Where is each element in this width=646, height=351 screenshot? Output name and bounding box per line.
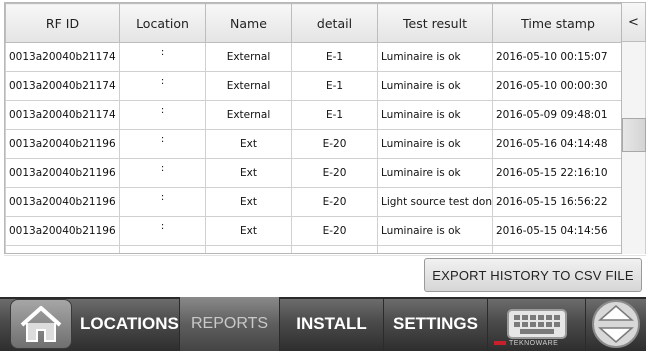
cell-rf-id: 0013a20040b21174 <box>5 71 120 101</box>
home-icon[interactable] <box>10 299 72 349</box>
cell-detail: E-20 <box>291 129 378 159</box>
history-table-container[interactable]: RF ID Location Name detail Test result T… <box>4 2 622 254</box>
cell-detail: E-1 <box>291 71 378 101</box>
cell-rf-id: 0013a20040b21196 <box>5 187 120 217</box>
cell-location: : <box>119 129 206 159</box>
brand-logo: TEKNOWARE <box>494 340 558 347</box>
nav-settings-label: SETTINGS <box>392 314 478 333</box>
cell-test-result: Luminaire is ok <box>377 42 493 72</box>
cell-detail: E-20 <box>291 187 378 217</box>
cell-test-result: Luminaire is ok <box>377 100 493 130</box>
table-header-row: RF ID Location Name detail Test result T… <box>5 3 621 43</box>
cell-test-result: Luminaire is ok <box>377 158 493 188</box>
column-header-time-stamp[interactable]: Time stamp <box>492 3 621 43</box>
cell-location: : <box>119 100 206 130</box>
cell-name <box>205 245 292 253</box>
cell-location: : <box>119 71 206 101</box>
nav-settings[interactable]: SETTINGS <box>384 297 488 351</box>
table-row[interactable] <box>5 245 621 253</box>
column-header-name[interactable]: Name <box>205 3 292 43</box>
table-row[interactable]: 0013a20040b21196: Ext E-20 Light source tes… <box>5 187 621 217</box>
export-csv-button[interactable]: EXPORT HISTORY TO CSV FILE <box>424 258 642 292</box>
report-screen: RF ID Location Name detail Test result T… <box>0 0 646 351</box>
cell-time-stamp: 2016-05-10 00:15:07 <box>492 42 621 72</box>
column-header-location[interactable]: Location <box>119 3 206 43</box>
column-header-detail[interactable]: detail <box>291 3 378 43</box>
cell-test-result: Luminaire is ok <box>377 71 493 101</box>
table-row[interactable]: 0013a20040b21196: Ext E-20 Luminaire is ok 2… <box>5 158 621 188</box>
cell-detail <box>291 245 378 253</box>
cell-test-result: Light source test done <box>377 187 493 217</box>
cell-name: External <box>205 100 292 130</box>
table-body: 0013a20040b21174: External E-1 Luminaire is… <box>5 42 621 253</box>
scroll-arrows-button[interactable] <box>586 297 646 351</box>
table-row[interactable]: 0013a20040b21174: External E-1 Luminaire is… <box>5 71 621 101</box>
cell-time-stamp: 2016-05-15 16:56:22 <box>492 187 621 217</box>
table-row[interactable]: 0013a20040b21196: Ext E-20 Luminaire is ok 2… <box>5 216 621 246</box>
column-header-rf-id[interactable]: RF ID <box>5 3 120 43</box>
column-header-test-result[interactable]: Test result <box>377 3 493 43</box>
cell-test-result: Luminaire is ok <box>377 129 493 159</box>
keyboard-icon <box>506 309 567 339</box>
cell-detail: E-20 <box>291 158 378 188</box>
cell-rf-id: 0013a20040b21196 <box>5 158 120 188</box>
cell-test-result <box>377 245 493 253</box>
cell-test-result: Luminaire is ok <box>377 216 493 246</box>
cell-rf-id: 0013a20040b21196 <box>5 216 120 246</box>
cell-time-stamp: 2016-05-15 22:16:10 <box>492 158 621 188</box>
brand-name: TEKNOWARE <box>509 340 559 347</box>
cell-detail: E-1 <box>291 42 378 72</box>
up-down-arrows-icon <box>592 300 640 348</box>
cell-location: : <box>119 42 206 72</box>
cell-name: External <box>205 71 292 101</box>
cell-time-stamp: 2016-05-10 00:00:30 <box>492 71 621 101</box>
cell-time-stamp: 2016-05-09 09:48:01 <box>492 100 621 130</box>
nav-locations[interactable]: LOCATIONS <box>4 297 180 351</box>
nav-reports-label: REPORTS <box>190 315 269 332</box>
table-row[interactable]: 0013a20040b21174: External E-1 Luminaire is… <box>5 100 621 130</box>
cell-name: Ext <box>205 216 292 246</box>
nav-reports[interactable]: REPORTS <box>180 297 280 351</box>
cell-location: : <box>119 216 206 246</box>
brand-mark-icon <box>494 341 506 346</box>
cell-rf-id: 0013a20040b21174 <box>5 42 120 72</box>
cell-name: Ext <box>205 187 292 217</box>
table-row[interactable]: 0013a20040b21174: External E-1 Luminaire is… <box>5 42 621 72</box>
nav-install[interactable]: INSTALL <box>280 297 384 351</box>
cell-rf-id: 0013a20040b21174 <box>5 100 120 130</box>
nav-locations-label: LOCATIONS <box>80 314 179 333</box>
cell-name: Ext <box>205 129 292 159</box>
cell-time-stamp <box>492 245 621 253</box>
vertical-scrollbar-thumb[interactable] <box>622 118 646 152</box>
cell-name: External <box>205 42 292 72</box>
column-header-scroll-left[interactable]: < <box>622 2 646 42</box>
cell-location: : <box>119 158 206 188</box>
cell-time-stamp: 2016-05-16 04:14:48 <box>492 129 621 159</box>
cell-rf-id <box>5 245 120 253</box>
cell-name: Ext <box>205 158 292 188</box>
table-row[interactable]: 0013a20040b21196: Ext E-20 Luminaire is ok 2… <box>5 129 621 159</box>
divider <box>4 255 646 256</box>
cell-location: : <box>119 187 206 217</box>
history-table: RF ID Location Name detail Test result T… <box>5 3 621 253</box>
cell-time-stamp: 2016-05-15 04:14:56 <box>492 216 621 246</box>
cell-detail: E-20 <box>291 216 378 246</box>
cell-location <box>119 245 206 253</box>
cell-rf-id: 0013a20040b21196 <box>5 129 120 159</box>
cell-detail: E-1 <box>291 100 378 130</box>
nav-install-label: INSTALL <box>296 314 367 333</box>
